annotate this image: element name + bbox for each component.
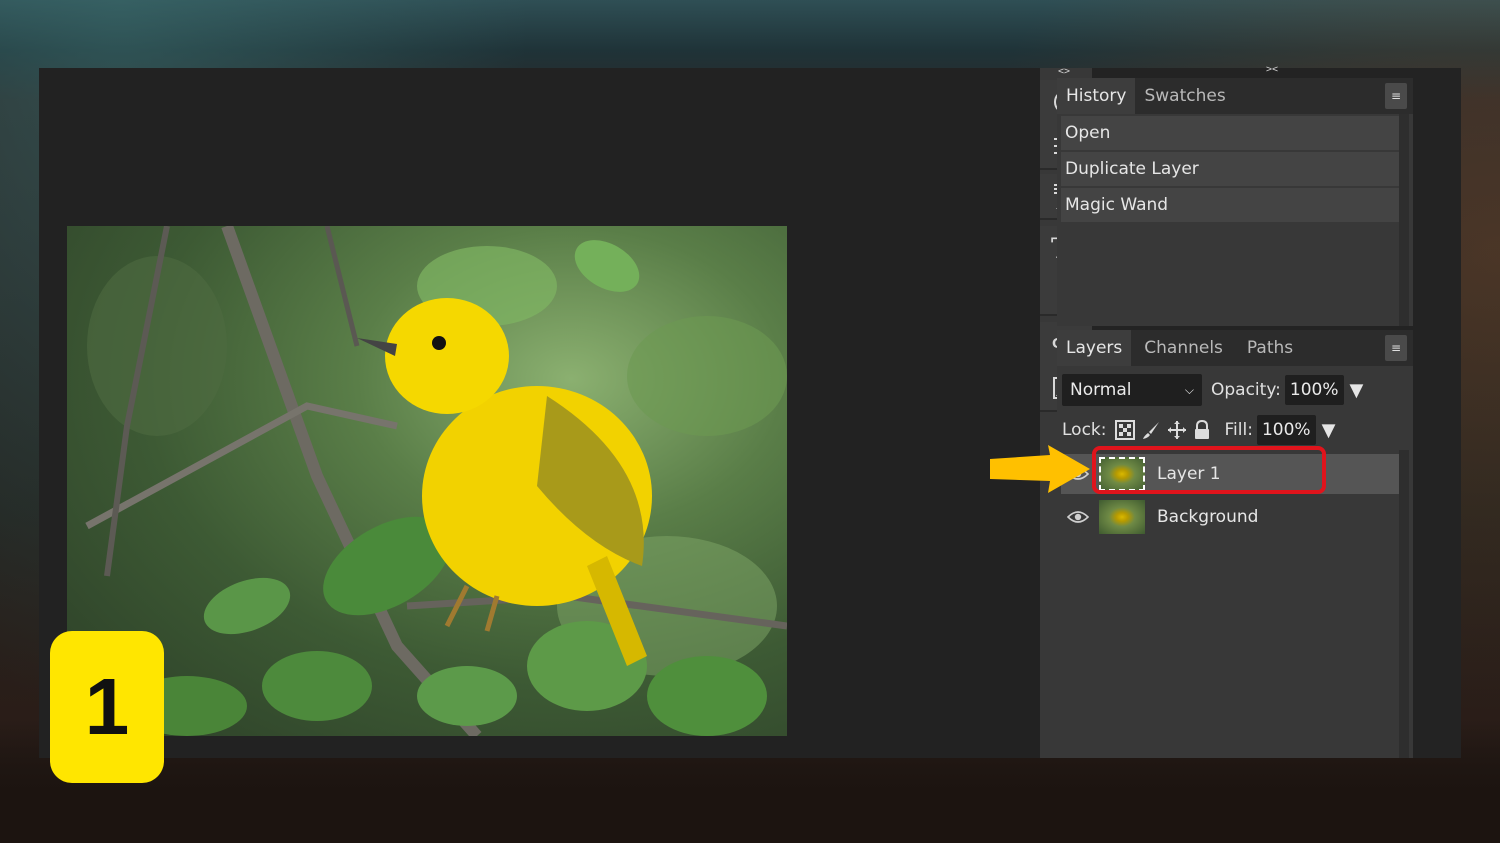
tab-layers[interactable]: Layers	[1057, 330, 1132, 366]
history-item-duplicate-layer[interactable]: Duplicate Layer	[1061, 152, 1399, 186]
bird-photo[interactable]	[67, 226, 787, 736]
layer-name[interactable]: Background	[1157, 507, 1258, 527]
tab-swatches[interactable]: Swatches	[1135, 78, 1234, 114]
lock-transparency-icon[interactable]	[1114, 420, 1135, 440]
layers-panel-tabs: Layers Channels Paths ≡	[1057, 330, 1413, 366]
panel-menu-icon[interactable]: ≡	[1385, 335, 1407, 361]
eye-icon[interactable]	[1061, 510, 1095, 524]
history-item-magic-wand[interactable]: Magic Wand	[1061, 188, 1399, 222]
panel-menu-icon[interactable]: ≡	[1385, 83, 1407, 109]
fill-input[interactable]: 100%	[1256, 415, 1316, 445]
step-number-badge: 1	[50, 631, 164, 783]
lock-label: Lock:	[1062, 420, 1107, 440]
opacity-dropdown-icon[interactable]: ▼	[1350, 380, 1364, 401]
lock-fill-row: Lock: Fill: 100% ▼	[1057, 410, 1413, 450]
fill-dropdown-icon[interactable]: ▼	[1322, 420, 1336, 441]
tab-history[interactable]: History	[1057, 78, 1136, 114]
lock-all-icon[interactable]	[1193, 420, 1211, 440]
tab-paths[interactable]: Paths	[1238, 330, 1302, 366]
blend-mode-value: Normal	[1070, 380, 1132, 400]
layers-scrollbar[interactable]	[1399, 450, 1409, 758]
layer-highlight-box	[1092, 446, 1326, 494]
fill-label: Fill:	[1224, 420, 1253, 440]
history-panel: History Swatches ≡ Open Duplicate Layer …	[1057, 78, 1413, 326]
pointer-arrow-icon	[990, 445, 1090, 493]
lock-position-icon[interactable]	[1167, 420, 1187, 440]
tab-channels[interactable]: Channels	[1135, 330, 1232, 366]
opacity-input[interactable]: 100%	[1284, 375, 1344, 405]
history-panel-tabs: History Swatches ≡	[1057, 78, 1413, 114]
expand-toolbar-arrows[interactable]: <>	[1058, 66, 1070, 77]
opacity-label: Opacity:	[1211, 380, 1281, 400]
layers-panel: Layers Channels Paths ≡ Normal ⌵ Opacity…	[1057, 330, 1413, 758]
layer-row-background[interactable]: Background	[1061, 497, 1399, 537]
layer-thumbnail	[1099, 500, 1145, 534]
collapse-panels-arrows[interactable]: ><	[1266, 64, 1278, 75]
blend-mode-select[interactable]: Normal ⌵	[1062, 374, 1202, 406]
history-item-open[interactable]: Open	[1061, 116, 1399, 150]
blend-opacity-row: Normal ⌵ Opacity: 100% ▼	[1057, 370, 1413, 410]
chevron-down-icon: ⌵	[1184, 382, 1194, 397]
history-scrollbar[interactable]	[1399, 114, 1409, 326]
canvas-area[interactable]	[39, 68, 1040, 758]
bird-photo-art	[85, 226, 787, 736]
lock-pixels-icon[interactable]	[1141, 420, 1161, 440]
